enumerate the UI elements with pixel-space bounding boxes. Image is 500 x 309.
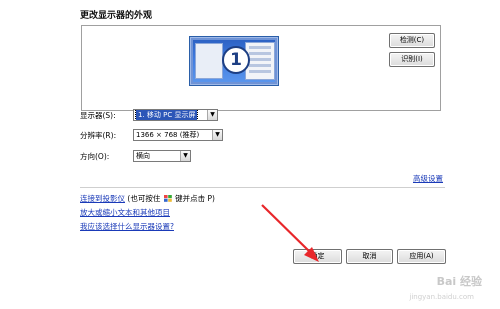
- watermark-logo: Bai 经验: [436, 275, 482, 288]
- watermark-url: jingyan.baidu.com: [409, 293, 474, 301]
- annotation-arrow: [261, 204, 319, 262]
